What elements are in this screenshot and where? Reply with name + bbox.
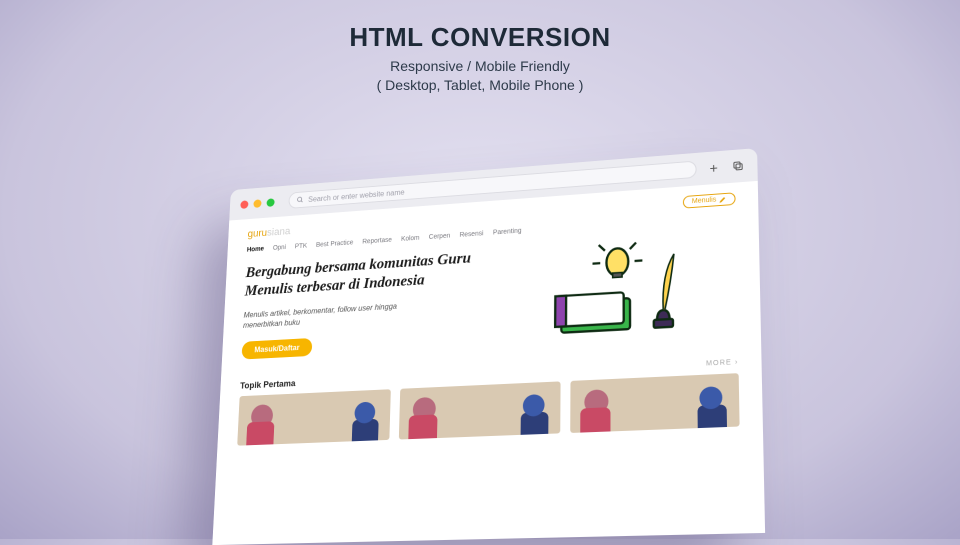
new-tab-button[interactable]: + [707,161,721,176]
search-icon [297,196,304,204]
nav-home[interactable]: Home [247,246,264,254]
hero-title: Bergabung bersama komunitas Guru Menulis… [244,248,483,301]
nav-opni[interactable]: Opni [273,244,286,251]
promo-subtitle: Responsive / Mobile Friendly ( Desktop, … [0,57,960,95]
nav-resensi[interactable]: Resensi [460,230,484,238]
close-icon[interactable] [240,200,248,209]
tabs-button[interactable] [731,159,745,174]
nav-best-practice[interactable]: Best Practice [316,240,353,249]
copy-icon [732,160,744,173]
article-card[interactable] [399,381,560,439]
signup-button[interactable]: Masuk/Daftar [241,338,312,360]
nav-cerpen[interactable]: Cerpen [429,233,451,241]
write-button[interactable]: Menulis [683,192,736,208]
nav-reportase[interactable]: Reportase [362,237,392,246]
window-controls[interactable] [240,198,275,209]
promo-title: HTML CONVERSION [0,22,960,53]
pencil-icon [719,196,726,203]
nav-parenting[interactable]: Parenting [493,228,522,237]
section-title: Topik Pertama [240,378,296,390]
article-card[interactable] [570,373,740,433]
hero-subtitle: Menulis artikel, berkomentar, follow use… [243,300,417,331]
site-logo[interactable]: gurusiana [247,225,290,239]
address-placeholder: Search or enter website name [308,188,405,204]
hero-illustration [538,234,699,351]
nav-kolom[interactable]: Kolom [401,235,420,243]
nav-ptk[interactable]: PTK [295,243,307,250]
webpage: gurusiana Menulis Home Opni PTK Best Pra… [212,181,765,545]
minimize-icon[interactable] [253,199,261,208]
article-card[interactable] [237,389,391,445]
promo-header: HTML CONVERSION Responsive / Mobile Frie… [0,0,960,95]
more-link[interactable]: MORE › [706,358,739,367]
browser-window: Search or enter website name + gurusiana… [212,148,765,545]
maximize-icon[interactable] [266,198,274,207]
